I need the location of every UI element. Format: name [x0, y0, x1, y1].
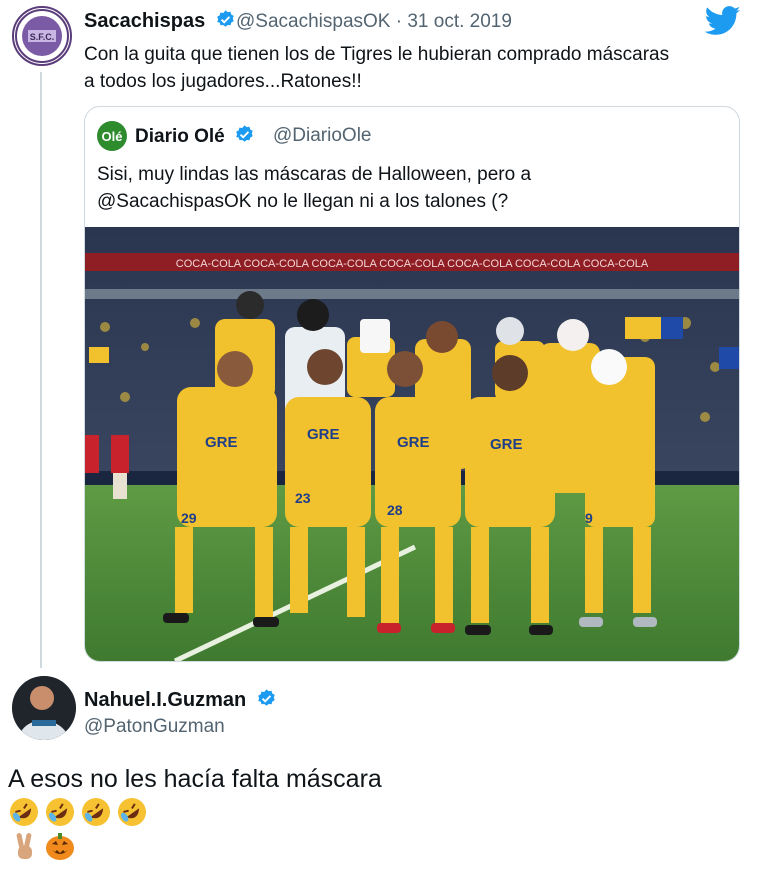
- reply-author-label: Nahuel.I.Guzman: [84, 689, 247, 711]
- twitter-bird-icon[interactable]: [705, 6, 741, 36]
- verified-badge-icon: [258, 689, 275, 706]
- jersey-sponsor: GRE: [205, 434, 238, 451]
- quoted-tweet-card[interactable]: Olé Diario Olé @DiarioOle Sisi, muy lind…: [84, 106, 740, 662]
- tweet-author-label: Sacachispas: [84, 10, 206, 32]
- tweet-meta: @SacachispasOK · 31 oct. 2019: [236, 11, 512, 33]
- reply-text: A esos no les hacía falta máscara: [8, 765, 382, 793]
- quote-text-line: @SacachispasOK no le llegan ni a los tal…: [97, 191, 509, 212]
- meta-separator: ·: [395, 11, 403, 32]
- club-crest-icon: S.F.C.: [15, 9, 69, 63]
- profile-photo-icon: [12, 676, 76, 740]
- quote-text: Sisi, muy lindas las máscaras de Hallowe…: [97, 161, 717, 215]
- emoji-row: [8, 796, 148, 828]
- ole-avatar[interactable]: Olé: [97, 121, 127, 151]
- victory-hand-emoji: [16, 833, 32, 859]
- jersey-number: 29: [181, 510, 197, 526]
- team-photo-illustration: COCA-COLA COCA-COLA COCA-COLA COCA-COLA …: [85, 227, 739, 661]
- jersey-number: 28: [387, 502, 403, 518]
- rolling-on-floor-laughing-emoji: [82, 798, 110, 826]
- jersey-sponsor: GRE: [307, 426, 340, 443]
- tweet-date[interactable]: 31 oct. 2019: [407, 11, 512, 32]
- tweet-text-line: a todos los jugadores...Ratones!!: [84, 71, 362, 92]
- jersey-number: 23: [295, 490, 311, 506]
- quote-text-line: Sisi, muy lindas las máscaras de Hallowe…: [97, 164, 532, 185]
- sacachispas-avatar[interactable]: S.F.C.: [12, 6, 72, 66]
- verified-badge-icon: [236, 125, 253, 142]
- rolling-on-floor-laughing-emoji: [118, 798, 146, 826]
- jack-o-lantern-emoji: [46, 833, 74, 860]
- quote-author-name[interactable]: Diario Olé: [135, 124, 255, 148]
- rolling-on-floor-laughing-emoji: [46, 798, 74, 826]
- jersey-number: 9: [585, 510, 593, 526]
- guzman-avatar[interactable]: [12, 676, 76, 740]
- team-photo[interactable]: COCA-COLA COCA-COLA COCA-COLA COCA-COLA …: [85, 227, 739, 661]
- reply-author-name[interactable]: Nahuel.I.Guzman: [84, 688, 277, 712]
- quote-author-label: Diario Olé: [135, 126, 225, 147]
- jersey-sponsor: GRE: [490, 436, 523, 453]
- jersey-sponsor: GRE: [397, 434, 430, 451]
- quote-handle[interactable]: @DiarioOle: [273, 125, 371, 147]
- tweet-handle[interactable]: @SacachispasOK: [236, 11, 390, 32]
- thread-line: [40, 72, 42, 668]
- reply-handle[interactable]: @PatonGuzman: [84, 716, 225, 738]
- tweet-author-name[interactable]: Sacachispas: [84, 9, 236, 33]
- crest-initials: S.F.C.: [30, 32, 55, 42]
- banner-text: COCA-COLA COCA-COLA COCA-COLA COCA-COLA …: [176, 258, 649, 270]
- tweet-text-line: Con la guita que tienen los de Tigres le…: [84, 44, 670, 65]
- emoji-row: [8, 830, 76, 862]
- verified-badge-icon: [216, 10, 234, 27]
- tweet-text: Con la guita que tienen los de Tigres le…: [84, 41, 744, 95]
- rolling-on-floor-laughing-emoji: [10, 798, 38, 826]
